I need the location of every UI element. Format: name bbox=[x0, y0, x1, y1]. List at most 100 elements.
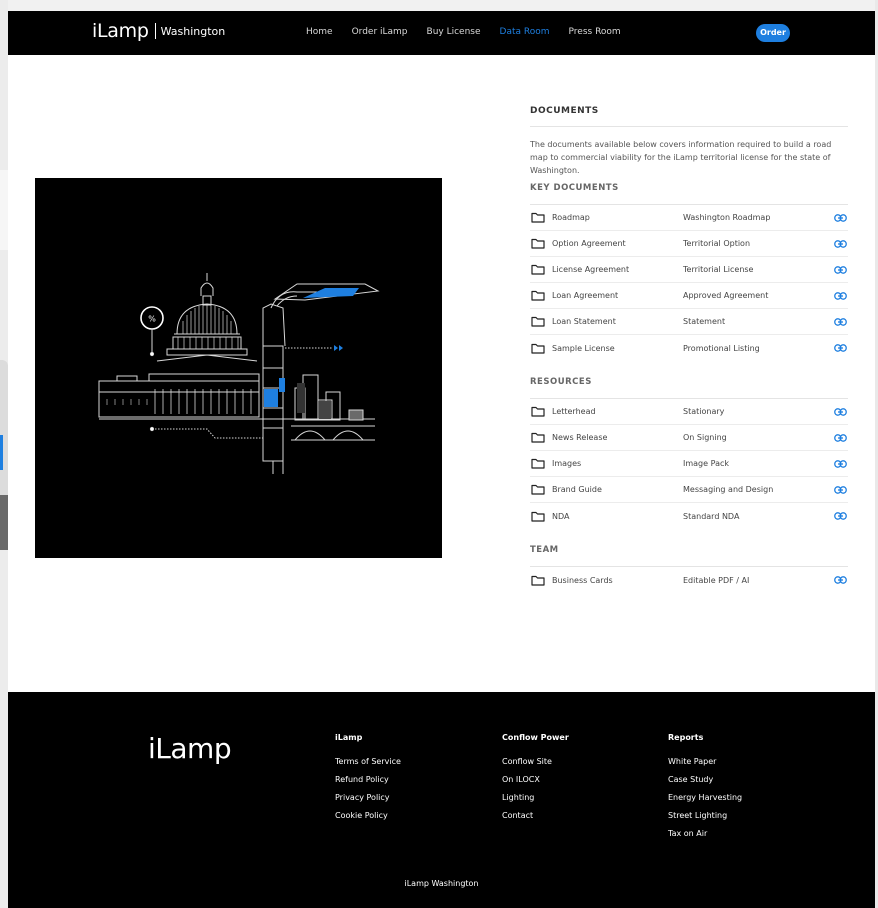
link-icon[interactable] bbox=[834, 344, 847, 352]
document-desc: Approved Agreement bbox=[683, 291, 769, 300]
nav-buy-license[interactable]: Buy License bbox=[427, 27, 481, 37]
folder-icon bbox=[531, 343, 545, 354]
footer-link-terms[interactable]: Terms of Service bbox=[335, 757, 401, 766]
documents-title: DOCUMENTS bbox=[530, 106, 848, 127]
footer-column-title: Conflow Power bbox=[502, 733, 569, 742]
link-icon[interactable] bbox=[834, 407, 847, 416]
document-name: Letterhead bbox=[552, 407, 596, 416]
folder-icon bbox=[531, 484, 545, 495]
percent-badge-text: % bbox=[148, 315, 156, 324]
folder-icon bbox=[531, 406, 545, 417]
documents-description: The documents available below covers inf… bbox=[530, 140, 832, 175]
document-name: NDA bbox=[552, 511, 570, 521]
footer-link-conflow-site[interactable]: Conflow Site bbox=[502, 757, 569, 766]
link-icon[interactable] bbox=[834, 485, 847, 494]
document-name: License Agreement bbox=[552, 265, 630, 274]
link-icon[interactable] bbox=[834, 576, 847, 584]
folder-icon bbox=[531, 316, 545, 327]
backdrop-left bbox=[0, 0, 8, 908]
document-row[interactable]: Sample License Promotional Listing bbox=[530, 335, 848, 361]
folder-icon bbox=[531, 458, 545, 469]
footer-link-energy-harvesting[interactable]: Energy Harvesting bbox=[668, 793, 742, 802]
capitol-building bbox=[98, 373, 375, 420]
document-desc: Stationary bbox=[683, 407, 725, 416]
link-icon[interactable] bbox=[834, 512, 847, 520]
footer-link-tax-on-air[interactable]: Tax on Air bbox=[668, 829, 742, 838]
backdrop-top bbox=[0, 0, 878, 11]
document-row[interactable]: News Release On Signing bbox=[530, 425, 848, 451]
circuit-trace bbox=[149, 426, 263, 439]
document-row[interactable]: Roadmap Washington Roadmap bbox=[530, 205, 848, 231]
document-desc: Standard NDA bbox=[683, 511, 740, 521]
document-row[interactable]: Letterhead Stationary bbox=[530, 399, 848, 425]
link-icon[interactable] bbox=[834, 459, 847, 468]
capitol-dome bbox=[156, 273, 258, 362]
nav-home[interactable]: Home bbox=[306, 27, 333, 37]
brand-logo: iLamp bbox=[92, 20, 149, 42]
link-icon[interactable] bbox=[834, 433, 847, 442]
footer-link-case-study[interactable]: Case Study bbox=[668, 775, 742, 784]
nav-order-ilamp[interactable]: Order iLamp bbox=[352, 27, 408, 37]
order-button[interactable]: Order bbox=[756, 24, 790, 42]
document-name: Roadmap bbox=[552, 213, 590, 222]
link-icon[interactable] bbox=[834, 239, 847, 248]
document-desc: Promotional Listing bbox=[683, 343, 760, 353]
footer-link-refund[interactable]: Refund Policy bbox=[335, 775, 401, 784]
footer-column-ilamp: iLamp Terms of Service Refund Policy Pri… bbox=[335, 733, 401, 829]
footer-link-on-ilocx[interactable]: On ILOCX bbox=[502, 775, 569, 784]
link-icon[interactable] bbox=[834, 265, 847, 274]
document-desc: Washington Roadmap bbox=[683, 213, 771, 222]
document-row[interactable]: Option Agreement Territorial Option bbox=[530, 231, 848, 257]
folder-icon bbox=[531, 212, 545, 223]
document-name: Loan Statement bbox=[552, 317, 616, 326]
capitol-streetlamp-illustration: % bbox=[35, 178, 442, 558]
document-desc: Statement bbox=[683, 317, 726, 326]
footer-logo[interactable]: iLamp bbox=[148, 732, 232, 765]
key-documents-list: Roadmap Washington Roadmap Option Agreem… bbox=[530, 205, 848, 361]
document-row[interactable]: Loan Agreement Approved Agreement bbox=[530, 283, 848, 309]
document-row[interactable]: NDA Standard NDA bbox=[530, 503, 848, 529]
folder-icon bbox=[531, 432, 545, 443]
brand-region: Washington bbox=[160, 24, 226, 38]
footer-link-contact[interactable]: Contact bbox=[502, 811, 569, 820]
document-row[interactable]: License Agreement Territorial License bbox=[530, 257, 848, 283]
document-name: Loan Agreement bbox=[552, 291, 619, 300]
section-title-resources: RESOURCES bbox=[530, 377, 848, 399]
folder-icon bbox=[531, 238, 545, 249]
footer-link-lighting[interactable]: Lighting bbox=[502, 793, 569, 802]
footer-link-white-paper[interactable]: White Paper bbox=[668, 757, 742, 766]
document-row[interactable]: Business Cards Editable PDF / AI bbox=[530, 567, 848, 593]
document-name: Images bbox=[552, 459, 582, 468]
documents-panel: DOCUMENTS The documents available below … bbox=[530, 106, 848, 593]
folder-icon bbox=[531, 264, 545, 275]
document-row[interactable]: Images Image Pack bbox=[530, 451, 848, 477]
nav-press-room[interactable]: Press Room bbox=[569, 27, 621, 37]
footer-link-privacy[interactable]: Privacy Policy bbox=[335, 793, 401, 802]
footer-link-cookie[interactable]: Cookie Policy bbox=[335, 811, 401, 820]
nav-data-room[interactable]: Data Room bbox=[500, 27, 550, 37]
bridge-arches bbox=[272, 425, 375, 474]
folder-icon bbox=[531, 511, 545, 522]
footer-column-title: Reports bbox=[668, 733, 704, 742]
section-title-team: TEAM bbox=[530, 545, 848, 567]
document-desc: Territorial Option bbox=[683, 239, 751, 248]
document-row[interactable]: Loan Statement Statement bbox=[530, 309, 848, 335]
footer-link-street-lighting[interactable]: Street Lighting bbox=[668, 811, 742, 820]
document-row[interactable]: Brand Guide Messaging and Design bbox=[530, 477, 848, 503]
document-desc: Image Pack bbox=[683, 459, 729, 468]
brand-separator bbox=[154, 23, 156, 39]
city-skyline bbox=[294, 374, 364, 421]
folder-icon bbox=[531, 575, 545, 586]
site-header: iLamp Washington Home Order iLamp Buy Li… bbox=[8, 11, 875, 55]
document-name: Brand Guide bbox=[552, 485, 602, 494]
document-desc: Editable PDF / AI bbox=[683, 575, 750, 585]
percent-badge: % bbox=[140, 306, 164, 357]
link-icon[interactable] bbox=[834, 291, 847, 300]
footer-column-conflow: Conflow Power Conflow Site On ILOCX Ligh… bbox=[502, 733, 569, 829]
document-name: Option Agreement bbox=[552, 239, 626, 248]
brand[interactable]: iLamp Washington bbox=[92, 20, 225, 42]
link-icon[interactable] bbox=[834, 317, 847, 326]
document-desc: Messaging and Design bbox=[683, 485, 774, 494]
document-desc: Territorial License bbox=[683, 265, 754, 274]
link-icon[interactable] bbox=[834, 213, 847, 222]
